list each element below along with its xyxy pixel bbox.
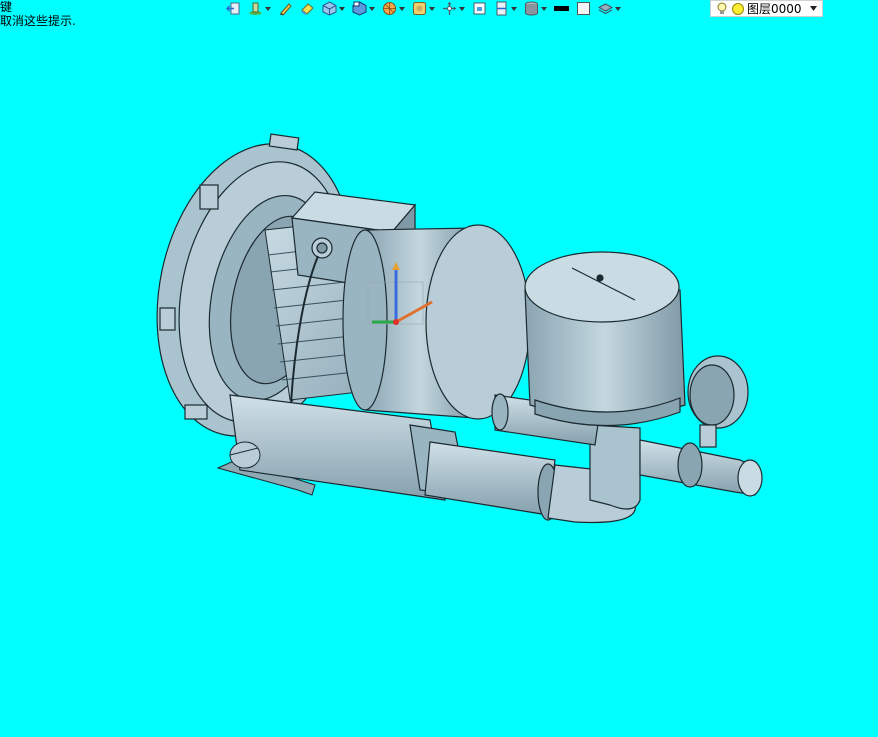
motor-end-cap xyxy=(342,224,531,420)
plug-connector xyxy=(229,441,261,469)
pressure-gauge xyxy=(687,355,749,448)
air-filter xyxy=(524,251,686,427)
model-viewport[interactable] xyxy=(0,0,878,737)
